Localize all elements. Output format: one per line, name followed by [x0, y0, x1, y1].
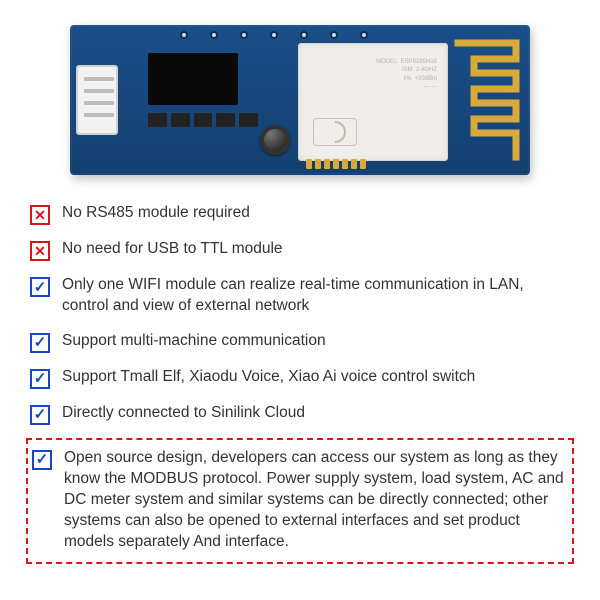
feature-text: No need for USB to TTL module: [62, 239, 570, 260]
feature-item: No need for USB to TTL module: [30, 232, 570, 268]
check-icon: [32, 450, 52, 470]
voltage-regulator-chip: [148, 53, 238, 105]
feature-text: Directly connected to Sinilink Cloud: [62, 403, 570, 424]
pcb-board: MODEL ESP8285H16 ISM 2.4GHZ PA +20dBm --…: [70, 25, 530, 175]
feature-text: Only one WIFI module can realize real-ti…: [62, 275, 570, 317]
check-icon: [30, 405, 50, 425]
x-icon: [30, 205, 50, 225]
feature-item: Only one WIFI module can realize real-ti…: [30, 268, 570, 324]
check-icon: [30, 333, 50, 353]
feature-text: Support Tmall Elf, Xiaodu Voice, Xiao Ai…: [62, 367, 570, 388]
feature-item: Support Tmall Elf, Xiaodu Voice, Xiao Ai…: [30, 360, 570, 396]
highlight-box: Open source design, developers can acces…: [26, 438, 574, 565]
feature-item: No RS485 module required: [30, 196, 570, 232]
check-icon: [30, 277, 50, 297]
rf-shield: MODEL ESP8285H16 ISM 2.4GHZ PA +20dBm --…: [298, 43, 448, 161]
check-icon: [30, 369, 50, 389]
wifi-icon: [313, 118, 357, 146]
pcb-antenna: [452, 39, 522, 161]
product-image: MODEL ESP8285H16 ISM 2.4GHZ PA +20dBm --…: [0, 0, 600, 190]
x-icon: [30, 241, 50, 261]
feature-list: No RS485 module required No need for USB…: [0, 190, 600, 432]
feature-item: Directly connected to Sinilink Cloud: [30, 396, 570, 432]
feature-text: Open source design, developers can acces…: [64, 448, 568, 553]
shield-marking: MODEL ESP8285H16 ISM 2.4GHZ PA +20dBm --…: [376, 58, 437, 92]
feature-text: No RS485 module required: [62, 203, 570, 224]
tactile-button: [260, 125, 290, 155]
feature-item-highlight: Open source design, developers can acces…: [32, 448, 568, 553]
feature-item: Support multi-machine communication: [30, 324, 570, 360]
jst-connector: [76, 65, 118, 135]
feature-text: Support multi-machine communication: [62, 331, 570, 352]
